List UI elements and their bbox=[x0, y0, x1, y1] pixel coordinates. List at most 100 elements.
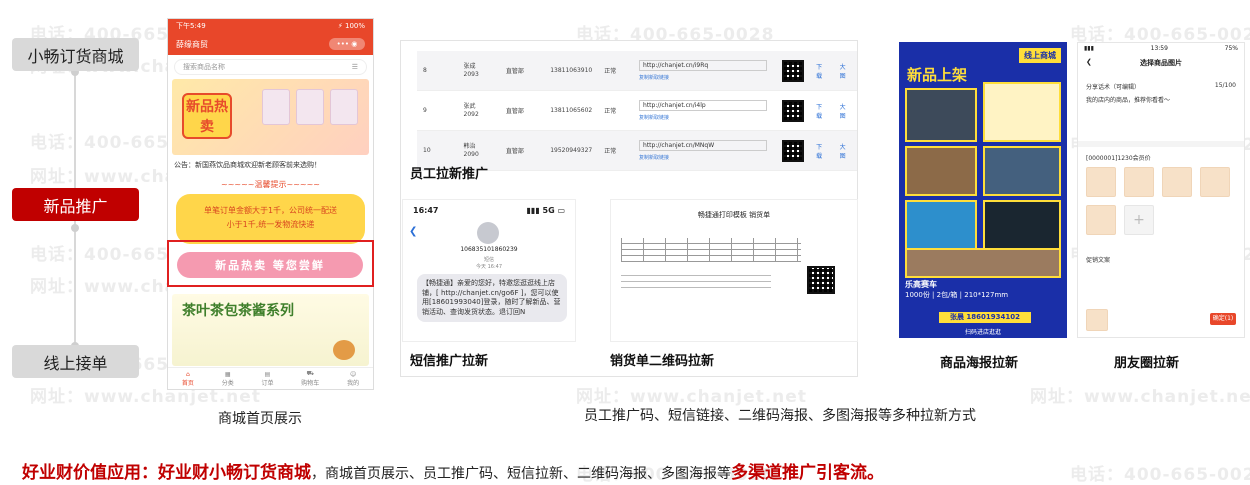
poster-contact: 张晨 18601934102 bbox=[939, 312, 1031, 323]
qr-code-icon bbox=[782, 139, 805, 162]
poster-product-image bbox=[905, 248, 1061, 278]
copy-link-button[interactable]: 复制新取链接 bbox=[639, 114, 770, 121]
back-icon[interactable]: ❮ bbox=[1086, 58, 1092, 66]
poster-product-image bbox=[983, 146, 1061, 196]
page-title: 选择商品图片 bbox=[1140, 59, 1182, 67]
zoom-link[interactable]: 大图 bbox=[834, 102, 857, 120]
poster-tag: 线上商城 bbox=[1019, 48, 1061, 63]
search-input[interactable]: 搜索商品名称 ☰ bbox=[174, 59, 367, 75]
zoom-link[interactable]: 大图 bbox=[834, 142, 857, 160]
table-row: 9 张武 2092 直管部 13811065602 正常 http://chanj… bbox=[417, 91, 857, 131]
poster-product-spec: 1000份 | 2包/箱 | 210*127mm bbox=[905, 291, 1009, 299]
sms-time: 16:47 bbox=[413, 206, 439, 215]
timeline-step-promotion[interactable]: 新品推广 bbox=[12, 188, 139, 221]
status-battery: ⚡ 100% bbox=[337, 22, 365, 30]
qr-code-icon bbox=[782, 59, 805, 82]
copy-link-button[interactable]: 复制新取链接 bbox=[639, 74, 770, 81]
promo-link-field[interactable]: http://chanjet.cn/MNqW bbox=[639, 140, 768, 151]
user-icon: ☺ bbox=[349, 370, 357, 378]
tab-mine[interactable]: ☺ 我的 bbox=[347, 368, 359, 389]
download-link[interactable]: 下载 bbox=[810, 142, 833, 160]
ticket-promo-label: 销货单二维码拉新 bbox=[610, 354, 715, 369]
summary-tail: 多渠道推广引客流。 bbox=[731, 463, 884, 483]
summary-lead: 好业财价值应用：好业财小畅订货商城 bbox=[22, 463, 311, 483]
new-sale-pill[interactable]: 新品热卖 等您尝鲜 bbox=[177, 252, 363, 278]
tip-title: ~~~~~温馨提示~~~~~ bbox=[220, 180, 321, 189]
filter-icon[interactable]: ☰ bbox=[352, 63, 358, 71]
phone-tab-bar: ⌂ 首页 ▦ 分类 ▤ 订单 ⛟ 购物车 ☺ 我的 bbox=[168, 367, 373, 389]
status-time: 下午5:49 bbox=[176, 22, 206, 30]
announcement: 公告：新国燕饮品商城欢迎新老顾客前来选购！ bbox=[174, 161, 321, 169]
product-thumbnail[interactable] bbox=[1200, 167, 1230, 197]
phone-nav-bar: 薛缘商贸 ••• ◉ bbox=[168, 33, 373, 55]
mall-phone-screenshot: 下午5:49 ⚡ 100% 薛缘商贸 ••• ◉ 搜索商品名称 ☰ 新品热卖 公… bbox=[167, 18, 374, 390]
member-price: [0000001]1230会员价 bbox=[1086, 155, 1151, 162]
product-image bbox=[296, 89, 324, 125]
table-row: 8 张成 2093 直管部 13811063910 正常 http://chanj… bbox=[417, 51, 857, 91]
confirm-button[interactable]: 确定(1) bbox=[1210, 313, 1236, 325]
timeline-step-mall[interactable]: 小畅订货商城 bbox=[12, 38, 139, 71]
ticket-table bbox=[621, 238, 801, 262]
qr-code-icon bbox=[807, 266, 835, 294]
watermark-site: 网址：www.chanjet.net bbox=[1030, 387, 1250, 407]
avatar bbox=[477, 222, 499, 244]
store-title: 薛缘商贸 bbox=[176, 39, 208, 49]
shipping-tip-box: 单笔订单金额大于1千，公司统一配送 小于1千,统一发物流快递 bbox=[176, 194, 365, 244]
product-thumbnail[interactable] bbox=[1124, 167, 1154, 197]
product-image bbox=[330, 89, 358, 125]
promo-link-field[interactable]: http://chanjet.cn/i9Rq bbox=[639, 60, 768, 71]
phone-status-bar: 下午5:49 ⚡ 100% bbox=[168, 19, 373, 33]
tip-line: 小于1千,统一发物流快递 bbox=[226, 220, 315, 229]
tab-home[interactable]: ⌂ 首页 bbox=[182, 368, 194, 389]
highlight-new-sale-box: 新品热卖 等您尝鲜 bbox=[167, 240, 374, 287]
sms-meta: 短信 今天 16:47 bbox=[476, 257, 502, 270]
download-link[interactable]: 下载 bbox=[810, 62, 833, 80]
promo-copy-label: 促销文案 bbox=[1086, 257, 1111, 264]
grid-icon: ▦ bbox=[224, 370, 231, 378]
poster-product-image bbox=[905, 146, 977, 196]
moments-promo-label: 朋友圈拉新 bbox=[1114, 356, 1180, 371]
summary-middle: ，商城首页展示、员工推广码、短信拉新、二维码海报、多图海报等 bbox=[311, 466, 731, 482]
mall-caption: 商城首页展示 bbox=[218, 411, 302, 427]
sms-sender: 106835101860239 bbox=[460, 246, 518, 253]
sms-message-bubble: 【畅捷通】亲爱的您好，特邀您逛逛线上店铺，[ http://chanjet.cn… bbox=[417, 274, 567, 322]
back-icon[interactable]: ❮ bbox=[409, 226, 417, 237]
tab-cart[interactable]: ⛟ 购物车 bbox=[301, 368, 319, 389]
product-thumbnail[interactable] bbox=[1162, 167, 1192, 197]
tab-orders[interactable]: ▤ 订单 bbox=[261, 368, 273, 389]
product-poster: 线上商城 新品上架 乐高赛车 1000份 | 2包/箱 | 210*127mm … bbox=[899, 42, 1067, 338]
moments-share-screenshot: ▮▮▮ 13:59 75% ❮ 选择商品图片 分享话术（可编辑） 15/100 … bbox=[1077, 42, 1245, 338]
value-summary: 好业财价值应用：好业财小畅订货商城，商城首页展示、员工推广码、短信拉新、二维码海… bbox=[22, 458, 884, 483]
product-image bbox=[262, 89, 290, 125]
zoom-link[interactable]: 大图 bbox=[834, 62, 857, 80]
qr-code-icon bbox=[782, 99, 805, 122]
poster-product-image bbox=[905, 200, 977, 250]
methods-caption: 员工推广码、短信链接、二维码海报、多图海报等多种拉新方式 bbox=[584, 408, 976, 424]
poster-product-image bbox=[905, 88, 977, 142]
tea-series-title: 茶叶茶包茶酱系列 bbox=[182, 303, 294, 319]
timeline-step-online-order[interactable]: 线上接单 bbox=[12, 345, 139, 378]
bear-mascot-icon bbox=[333, 340, 355, 360]
cart-icon: ⛟ bbox=[306, 370, 315, 377]
sms-screenshot: 16:47 ▮▮▮ 5G ▭ ❮ 106835101860239 短信 今天 1… bbox=[402, 199, 576, 342]
add-image-icon[interactable]: + bbox=[1124, 205, 1154, 235]
search-placeholder: 搜索商品名称 bbox=[183, 63, 225, 71]
tip-line: 单笔订单金额大于1千，公司统一配送 bbox=[203, 206, 338, 215]
poster-promo-label: 商品海报拉新 bbox=[940, 356, 1019, 371]
timeline-dot bbox=[71, 224, 79, 232]
product-thumbnail[interactable] bbox=[1086, 167, 1116, 197]
mini-program-capsule[interactable]: ••• ◉ bbox=[329, 38, 365, 50]
product-thumbnail[interactable] bbox=[1086, 205, 1116, 235]
share-copy-input[interactable]: 我的店内的商品，推荐你看看～ bbox=[1078, 93, 1244, 106]
copy-link-button[interactable]: 复制新取链接 bbox=[639, 154, 770, 161]
new-product-banner[interactable]: 新品热卖 bbox=[172, 79, 369, 155]
banner-tag: 新品热卖 bbox=[182, 93, 232, 139]
promo-link-field[interactable]: http://chanjet.cn/i4lp bbox=[639, 100, 768, 111]
ticket-title: 畅捷通打印模板 销货单 bbox=[697, 211, 771, 219]
download-link[interactable]: 下载 bbox=[810, 102, 833, 120]
order-icon: ▤ bbox=[264, 370, 271, 378]
divider bbox=[1078, 141, 1244, 147]
tab-category[interactable]: ▦ 分类 bbox=[222, 368, 234, 389]
watermark-site: 网址：www.chanjet.net bbox=[576, 387, 807, 407]
tea-series-banner[interactable]: 茶叶茶包茶酱系列 bbox=[172, 294, 369, 366]
